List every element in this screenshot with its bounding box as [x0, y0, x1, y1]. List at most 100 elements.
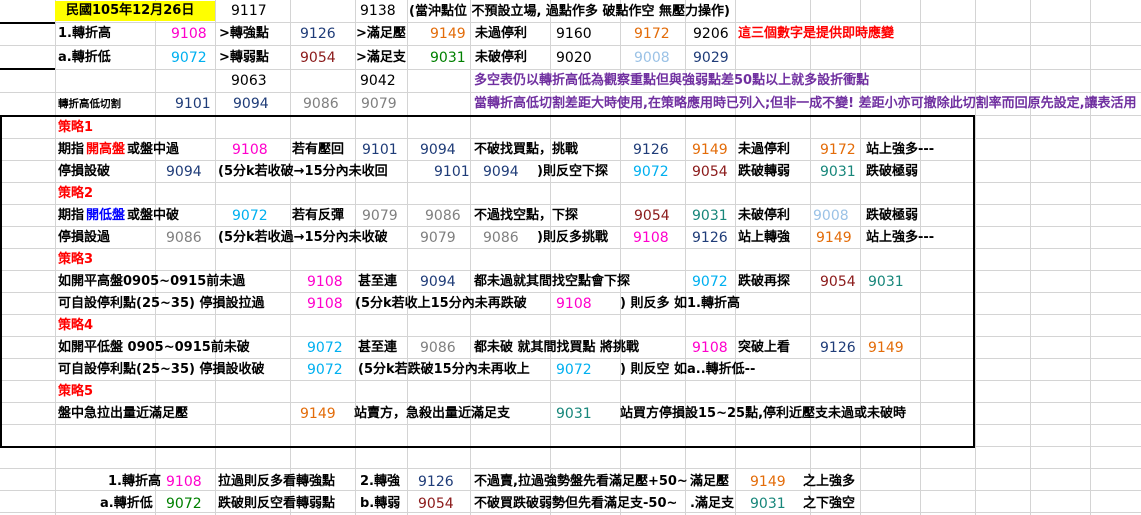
grid-row-line [0, 270, 1141, 271]
s4-value-9072: 9072 [307, 340, 343, 356]
bottom-value-9149: 9149 [750, 474, 786, 490]
grid-row-line [0, 358, 1141, 359]
bottom-value-9031: 9031 [750, 496, 786, 512]
s4-label-all-not-break: 都未破 就其間找買點 將挑戰 [474, 340, 640, 355]
s5-value-9149: 9149 [300, 406, 336, 422]
label-turn-low: a.轉折低 [58, 50, 111, 65]
grid-row-line [0, 424, 1141, 425]
s2-value-9054: 9054 [634, 208, 670, 224]
label-not-stop-profit: 未過停利 [475, 26, 528, 41]
value-9031: 9031 [430, 50, 466, 66]
s1-label-high-open: 開高盤 [86, 142, 126, 157]
s3-label-flat-high: 如開平高盤0905~0915前未過 [58, 274, 246, 289]
s2-value-9086c: 9086 [483, 230, 519, 246]
grid-row-line [0, 314, 1141, 315]
s2-label-stop-loss: 停損設過 [58, 230, 111, 245]
s4-label-self-stop: 可自設停利點(25~35) 停損設收破 [58, 362, 265, 377]
s1-value-9072: 9072 [633, 164, 669, 180]
grid-row-line [0, 402, 1141, 403]
bottom-label-meet-pressure: 滿足壓 [690, 474, 730, 489]
strategy3-title: 策略3 [58, 252, 94, 267]
grid-row-line [0, 226, 1141, 227]
header-left-border-top [0, 22, 55, 24]
s2-value-9126: 9126 [692, 230, 728, 246]
s1-value-9101b: 9101 [434, 164, 470, 180]
s2-label-stand-strong: 站上轉強 [738, 230, 791, 245]
bottom-label-strong: 2.轉強 [360, 474, 400, 489]
s2-value-9108: 9108 [633, 230, 669, 246]
bottom-value-9108: 9108 [166, 474, 202, 490]
note-cut: 當轉折高低切割差距大時使用,在策略應用時已列入;但非一成不變! 差距小亦可撤除此… [474, 96, 1137, 111]
s2-label-reverse-long: )則反多挑戰 [537, 230, 608, 245]
strategy-box-right [973, 115, 975, 448]
label-not-break-profit: 未破停利 [475, 50, 528, 65]
grid-col-line [407, 0, 408, 515]
label-turn-high: 1.轉折高 [58, 26, 111, 41]
s3-value-9054: 9054 [820, 274, 856, 290]
s1-label-5min: (5分k若收破→15分內未收回 [218, 164, 388, 179]
label-meet-pressure: >滿足壓 [356, 26, 406, 41]
value-9094: 9094 [233, 96, 269, 112]
label-strong-point: >轉強點 [219, 26, 269, 41]
s3-value-9072: 9072 [692, 274, 728, 290]
grid-row-line [0, 160, 1141, 161]
bottom-label-not-pass-sell: 不過賣,拉過強勢盤先看滿足壓+50~ [474, 474, 688, 489]
s2-value-9079: 9079 [362, 208, 398, 224]
s2-label-5min: (5分k若收過→15分內未收破 [218, 230, 388, 245]
s3-value-9108: 9108 [307, 274, 343, 290]
value-9079: 9079 [361, 96, 397, 112]
grid-row-line [0, 45, 1141, 46]
s5-value-9031: 9031 [556, 406, 592, 422]
grid-row-line [0, 248, 1141, 249]
s1-value-9054: 9054 [692, 164, 728, 180]
strategy4-title: 策略4 [58, 318, 94, 333]
s3-label-even: 甚至連 [358, 274, 398, 289]
grid-col-line [1030, 0, 1031, 515]
s2-label-expect: 期指 [58, 208, 85, 223]
s2-value-9079b: 9079 [420, 230, 456, 246]
s2-value-9008: 9008 [813, 208, 849, 224]
note-observe: 多空表仍以轉折高低為觀察重點但與強弱點差50點以上就多設折衝點 [474, 73, 870, 88]
s2-label-or-mid: 或盤中破 [127, 208, 180, 223]
value-9020: 9020 [556, 50, 592, 66]
s2-label-stand-strong-more: 站上強多--- [866, 230, 935, 245]
strategy-box-bottom [0, 446, 975, 448]
grid-row-line [0, 138, 1141, 139]
value-9042: 9042 [360, 73, 396, 89]
value-9086: 9086 [303, 96, 339, 112]
strategy-box-left [0, 115, 2, 448]
s2-label-not-break-stop: 未破停利 [738, 208, 791, 223]
note-title: (當沖點位 不預設立場, 過點作多 破點作空 無壓力操作) [409, 4, 730, 19]
s1-value-9101: 9101 [362, 142, 398, 158]
s4-label-even: 甚至連 [358, 340, 398, 355]
s3-value-9094: 9094 [420, 274, 456, 290]
header-left-border-bottom [0, 68, 55, 70]
grid-row-line [0, 468, 1141, 469]
grid-col-line [470, 0, 471, 515]
bottom-label-above-strong: 之上強多 [803, 474, 856, 489]
s2-value-9031: 9031 [692, 208, 728, 224]
grid-col-line [355, 0, 356, 515]
s4-label-break-up: 突破上看 [738, 340, 791, 355]
grid-col-line [290, 0, 291, 515]
bottom-label-break-short: 跌破則反空看轉弱點 [218, 496, 336, 511]
s2-value-9086b: 9086 [166, 230, 202, 246]
label-weak-point: >轉弱點 [219, 50, 269, 65]
grid-col-line [975, 0, 976, 515]
s3-label-5min: (5分k若收上15分內未再跌破 [355, 296, 527, 311]
grid-row-line [0, 22, 1141, 23]
s2-label-not-pass-sell: 不過找空點，下探 [474, 208, 579, 223]
s1-label-or-mid: 或盤中過 [127, 142, 180, 157]
s4-value-9072b: 9072 [307, 362, 343, 378]
grid-row-line [0, 69, 1141, 70]
grid-col-line [1090, 0, 1091, 515]
s2-label-rebound: 若有反彈 [292, 208, 345, 223]
bottom-label-weak: b.轉弱 [360, 496, 401, 511]
s2-value-9149: 9149 [816, 230, 852, 246]
s3-label-all-not-pass: 都未過就其間找空點會下探 [474, 274, 631, 289]
grid-row-line [0, 292, 1141, 293]
s2-label-break-extreme: 跌破極弱 [866, 208, 919, 223]
note-realtime: 這三個數字是提供即時應變 [738, 26, 895, 41]
value-9160: 9160 [556, 26, 592, 42]
s1-value-9094b: 9094 [166, 164, 202, 180]
